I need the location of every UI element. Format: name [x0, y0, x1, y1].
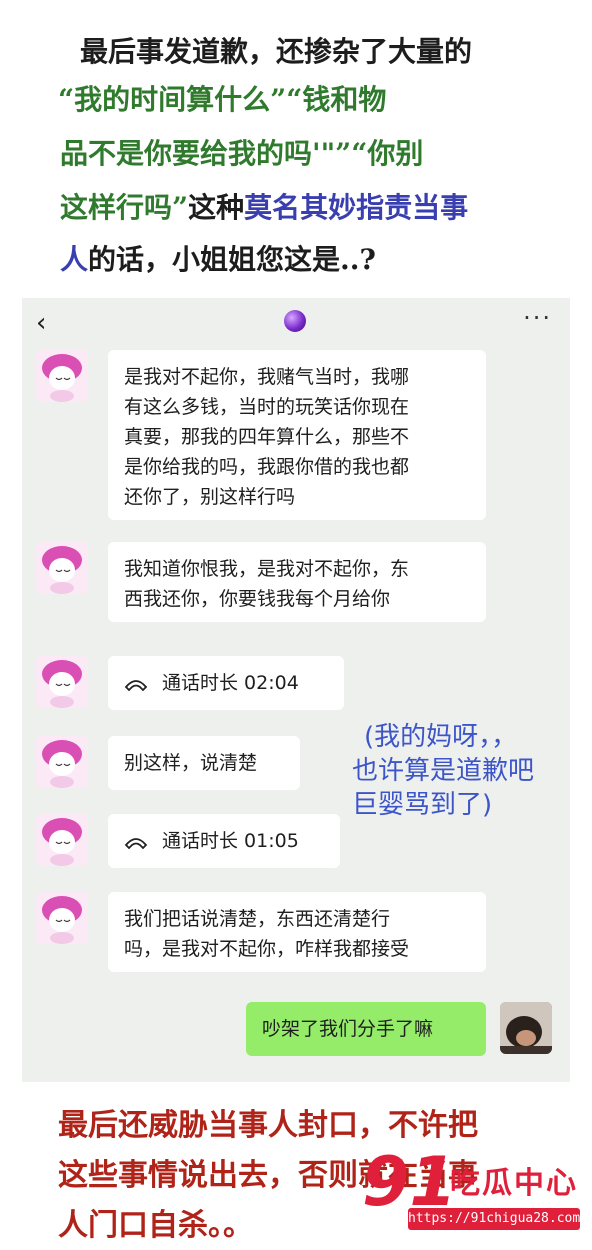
avatar[interactable] [36, 892, 88, 944]
contact-avatar-orb-icon[interactable] [284, 310, 306, 332]
annotation-line: 也许算是道歉吧 [352, 756, 535, 786]
message-line: 有这么多钱，当时的玩笑话你现在 [124, 396, 410, 418]
self-avatar[interactable] [500, 1002, 552, 1054]
message-line: 是你给我的吗，我跟你借的我也都 [124, 456, 410, 478]
pink-haired-avatar-icon [36, 656, 88, 708]
annotation-line: (我的妈呀，， [364, 722, 518, 752]
caption-text-zhezhong: 这种 [188, 191, 245, 224]
avatar[interactable] [36, 656, 88, 708]
caption-highlight-blame: 莫名其妙指责当事 [244, 191, 469, 224]
message-line: 是我对不起你，我赌气当时，我哪 [124, 366, 410, 388]
message-line: 西我还你，你要钱我每个月给你 [124, 588, 391, 610]
more-options-icon[interactable]: ··· [523, 304, 552, 332]
avatar[interactable] [36, 350, 88, 402]
phone-hangup-icon [124, 837, 148, 849]
call-duration-text: 通话时长 01:05 [162, 830, 299, 852]
message-line: 还你了，别这样行吗 [124, 486, 296, 508]
caption-line-3: 品不是你要给我的吗'"”“你别 [60, 137, 424, 170]
watermark-url: https://91chigua28.com [408, 1208, 580, 1230]
caption-highlight-person: 人 [60, 243, 89, 276]
message-line: 吗，是我对不起你，咋样我都接受 [124, 938, 410, 960]
caption-line-1: 最后事发道歉，还掺杂了大量的 [80, 35, 473, 68]
call-duration-text: 通话时长 02:04 [162, 672, 299, 694]
handwritten-annotation: (我的妈呀，， 也许算是道歉吧 巨婴骂到了) [352, 720, 534, 822]
pink-haired-avatar-icon [36, 814, 88, 866]
received-message-bubble[interactable]: 我知道你恨我，是我对不起你，东 西我还你，你要钱我每个月给你 [108, 542, 486, 622]
avatar[interactable] [36, 736, 88, 788]
received-message-bubble[interactable]: 是我对不起你，我赌气当时，我哪 有这么多钱，当时的玩笑话你现在 真要，那我的四年… [108, 350, 486, 520]
avatar[interactable] [36, 814, 88, 866]
pink-haired-avatar-icon [36, 892, 88, 944]
caption-line-2: “我的时间算什么”“钱和物 [58, 83, 387, 116]
message-line: 我们把话说清楚，东西还清楚行 [124, 908, 391, 930]
received-message-bubble[interactable]: 别这样，说清楚 [108, 736, 300, 790]
call-record-bubble[interactable]: 通话时长 02:04 [108, 656, 344, 710]
sent-message-bubble[interactable]: 吵架了我们分手了嘛 [246, 1002, 486, 1056]
pink-haired-avatar-icon [36, 542, 88, 594]
phone-hangup-icon [124, 679, 148, 691]
caption-line-4: 这样行吗”这种莫名其妙指责当事 [60, 186, 468, 230]
caption-line-5: 人的话，小姐姐您这是..? [60, 238, 376, 282]
bottom-caption-line-3: 人门口自杀。。 [58, 1208, 253, 1243]
received-message-bubble[interactable]: 我们把话说清楚，东西还清楚行 吗，是我对不起你，咋样我都接受 [108, 892, 486, 972]
site-watermark: 91 吃瓜中心 https://91chigua28.com [362, 1146, 584, 1232]
chat-top-bar: ‹ ··· [22, 298, 570, 346]
message-line: 吵架了我们分手了嘛 [262, 1018, 434, 1040]
back-icon[interactable]: ‹ [36, 308, 46, 338]
message-line: 我知道你恨我，是我对不起你，东 [124, 558, 410, 580]
chat-screenshot: ‹ ··· 是我对不起你，我赌气当时，我哪 有这么多钱，当时的玩笑话你现在 真要… [22, 298, 570, 1082]
pink-haired-avatar-icon [36, 350, 88, 402]
pink-haired-avatar-icon [36, 736, 88, 788]
call-record-bubble[interactable]: 通话时长 01:05 [108, 814, 340, 868]
annotation-line: 巨婴骂到了) [352, 790, 493, 820]
user-photo-avatar-icon [500, 1002, 552, 1054]
watermark-site-name: 吃瓜中心 [450, 1166, 578, 1201]
caption-text-end: 的话，小姐姐您这是..? [88, 243, 376, 276]
caption-quote-3-end: 这样行吗” [60, 191, 189, 224]
message-line: 别这样，说清楚 [124, 752, 258, 774]
avatar[interactable] [36, 542, 88, 594]
message-line: 真要，那我的四年算什么，那些不 [124, 426, 410, 448]
